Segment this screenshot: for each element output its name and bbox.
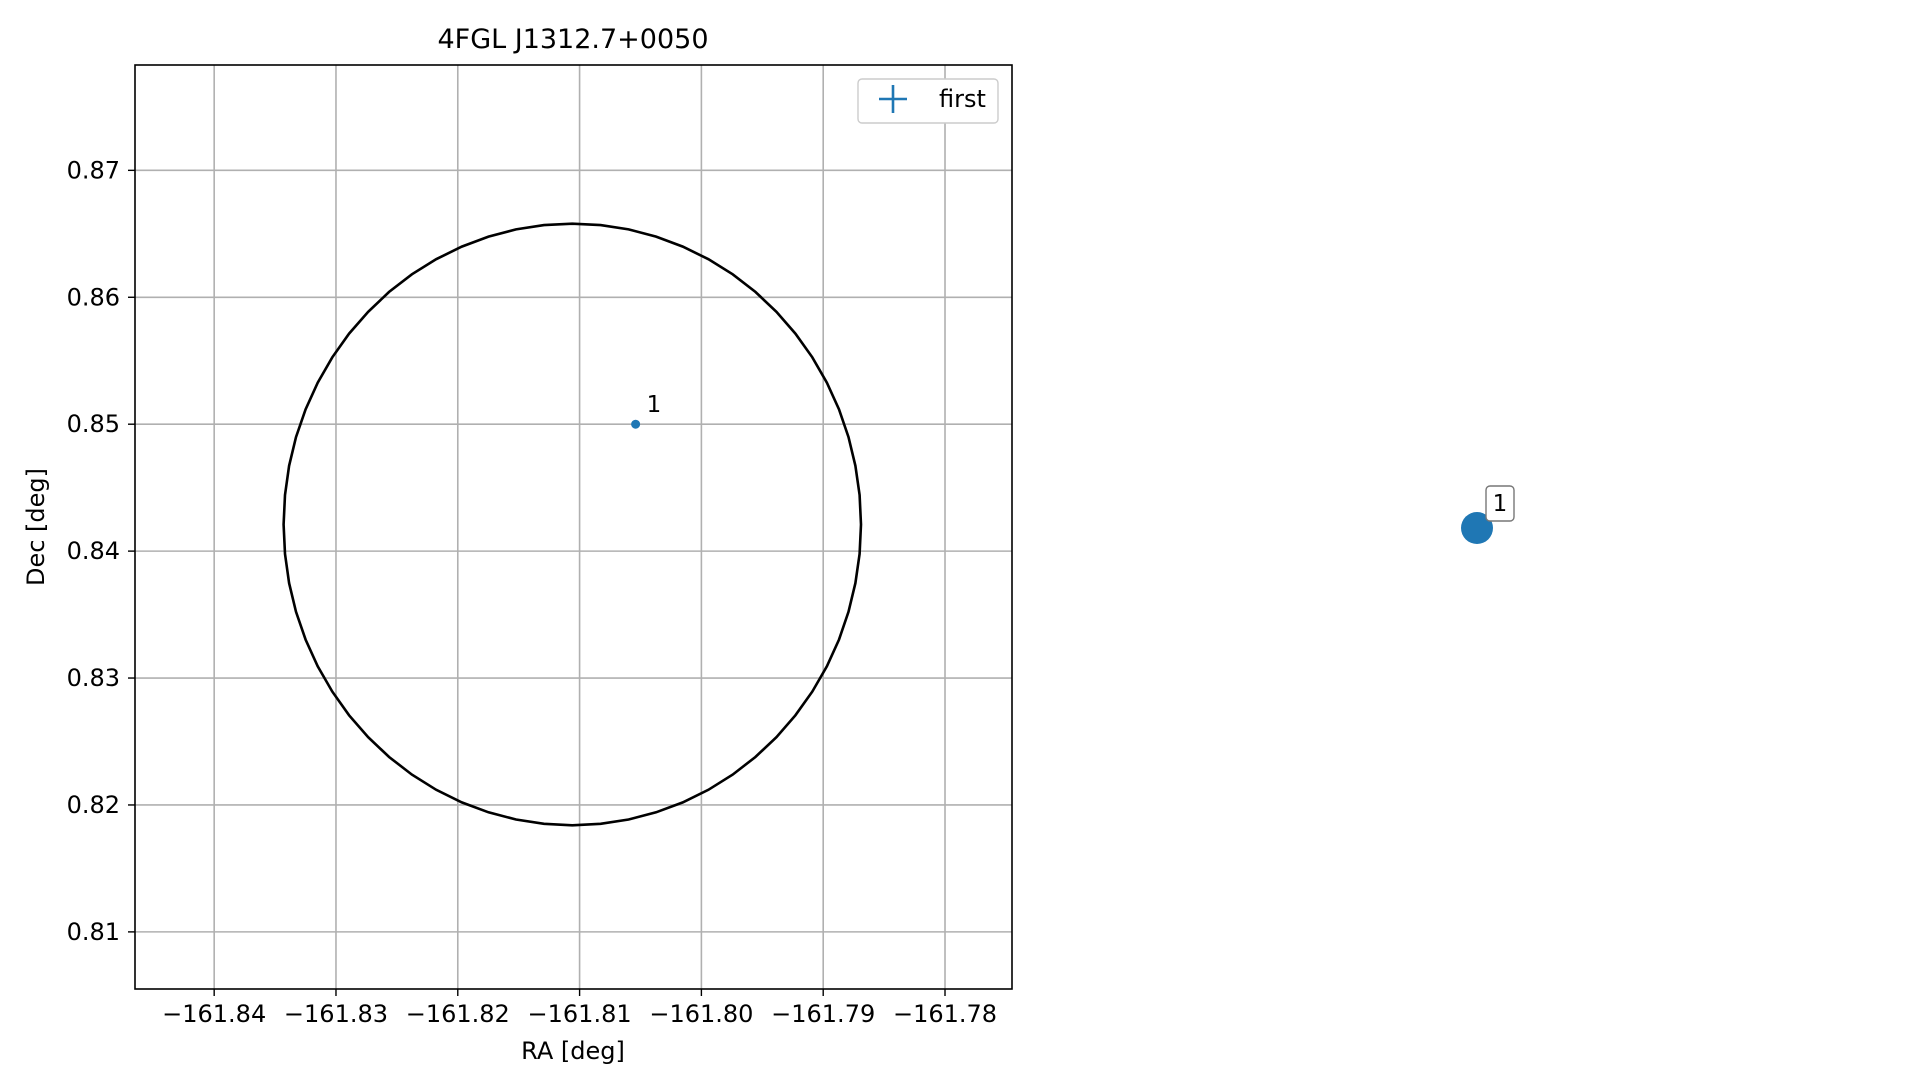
x-tick-label: −161.83 [284,1000,388,1028]
data-point-label: 1 [647,392,662,418]
legend: first [857,78,999,124]
y-axis-label: Dec [deg] [22,468,50,586]
grid [135,65,1012,989]
chart-title: 4FGL J1312.7+0050 [437,24,708,55]
legend-label: first [939,85,986,113]
y-tick-label: 0.86 [67,283,120,311]
x-axis-label: RA [deg] [521,1037,625,1065]
panel2-label: 1 [1493,491,1508,517]
data-point [631,419,641,429]
figure: 4FGL J1312.7+0050 1 −161.84 −161.83 −161.8… [22,24,1515,1065]
y-tick-label: 0.82 [67,791,120,819]
x-tick-label: −161.82 [406,1000,510,1028]
y-tick-label: 0.83 [67,664,120,692]
data-points: 1 [631,392,661,429]
x-tick-label: −161.81 [528,1000,632,1028]
secondary-panel: 1 [1461,485,1515,544]
y-tick-label: 0.87 [67,156,120,184]
y-tick-label: 0.84 [67,537,120,565]
axes-frame [134,64,1013,990]
main-chart: 4FGL J1312.7+0050 1 −161.84 −161.83 −161.8… [22,24,1013,1065]
x-tick-label: −161.84 [162,1000,266,1028]
x-axis-ticks: −161.84 −161.83 −161.82 −161.81 −161.80 −161.… [162,989,997,1028]
circle-outline [282,222,863,827]
y-tick-label: 0.81 [67,918,120,946]
x-tick-label: −161.80 [649,1000,753,1028]
x-tick-label: −161.79 [771,1000,875,1028]
uncertainty-circle [282,222,863,827]
y-axis-ticks: 0.81 0.82 0.83 0.84 0.85 0.86 0.87 [67,156,135,946]
x-tick-label: −161.78 [893,1000,997,1028]
y-tick-label: 0.85 [67,410,120,438]
